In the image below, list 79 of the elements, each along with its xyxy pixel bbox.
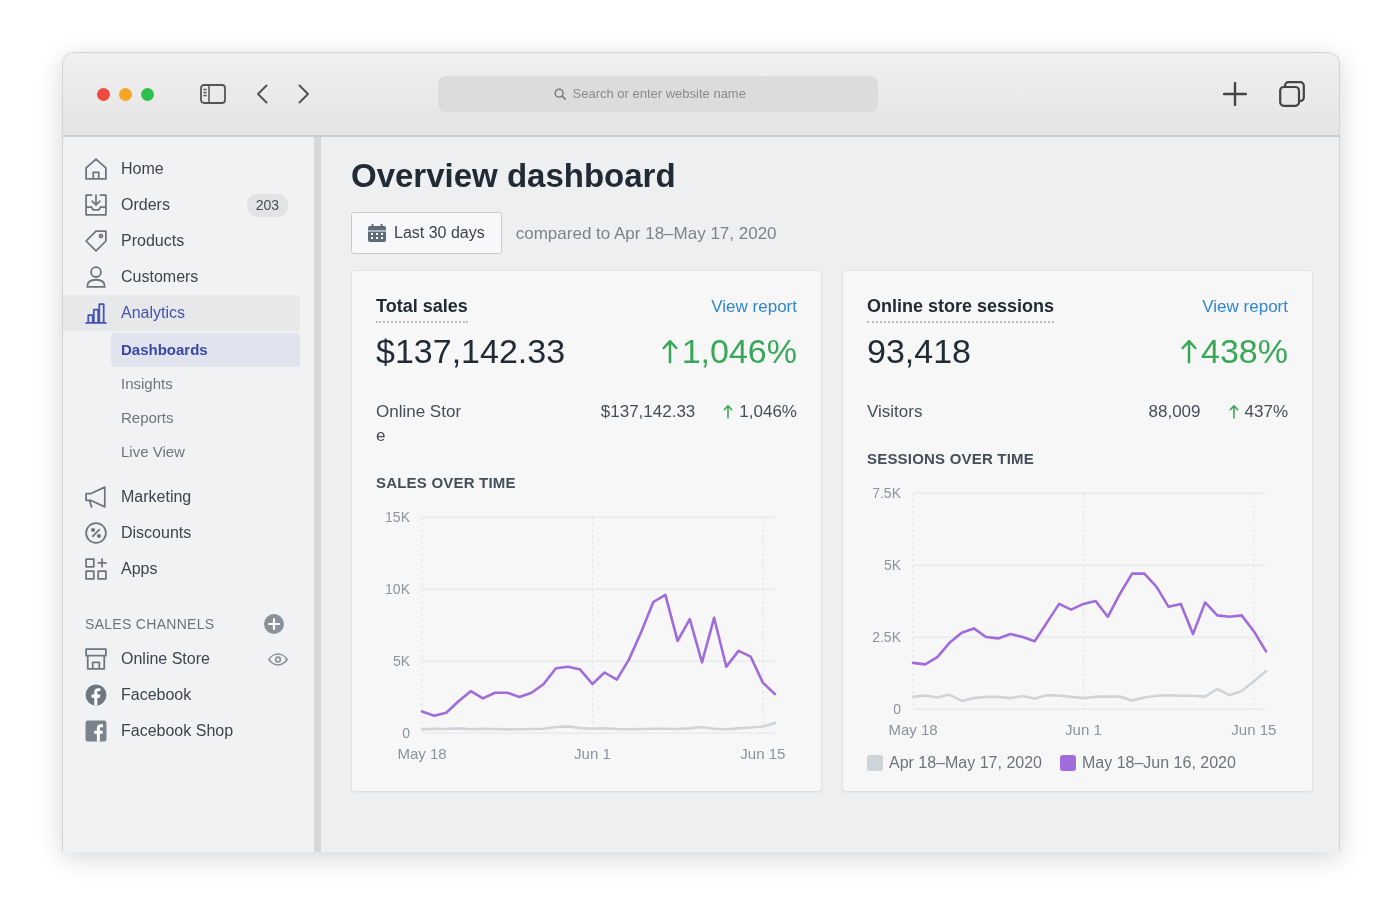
megaphone-icon xyxy=(85,486,107,508)
sidebar-item[interactable]: Marketing xyxy=(63,479,300,515)
chart-title: SALES OVER TIME xyxy=(376,473,517,494)
card-title: Total sales xyxy=(376,293,468,324)
facebook-icon xyxy=(85,720,107,742)
axis-label: 15K xyxy=(385,508,410,525)
change-percentage: 438% xyxy=(1201,331,1288,373)
plus-icon[interactable] xyxy=(1223,82,1247,106)
comparison-text: compared to Apr 18–May 17, 2020 xyxy=(515,222,777,245)
breakdown-label: Visitors xyxy=(867,401,924,424)
page-title: Overview dashboard xyxy=(351,156,677,196)
sidebar-item[interactable]: Customers xyxy=(63,259,300,295)
view-report-link[interactable]: View report xyxy=(711,294,797,320)
sidebar-item[interactable]: Orders 203 xyxy=(63,187,300,223)
breakdown-label: Online Store xyxy=(376,401,463,448)
eye-icon[interactable] xyxy=(268,652,288,666)
metric-value: $137,142.33 xyxy=(376,331,566,373)
arrow-up-icon xyxy=(723,405,734,420)
sidebar-item[interactable]: Products xyxy=(63,223,300,259)
sidebar-item[interactable]: Facebook xyxy=(63,677,300,713)
arrow-up-icon xyxy=(661,339,678,364)
search-icon xyxy=(553,88,566,100)
sidebar-item[interactable]: Home xyxy=(63,151,300,187)
sidebar-item[interactable]: Discounts xyxy=(63,515,300,551)
axis-label: May 18 xyxy=(397,744,447,762)
sidebar-item[interactable]: Analytics xyxy=(63,295,300,331)
tag-icon xyxy=(85,230,107,252)
axis-label: 5K xyxy=(883,556,901,573)
view-report-link[interactable]: View report xyxy=(1202,294,1288,320)
sidebar-icon[interactable] xyxy=(200,84,226,104)
sidebar-subitem[interactable]: Insights xyxy=(111,367,300,401)
bar-chart-icon xyxy=(85,302,107,324)
axis-label: Jun 1 xyxy=(1065,720,1102,738)
address-bar[interactable]: Search or enter website name xyxy=(438,76,878,112)
card-title: Online store sessions xyxy=(867,293,1055,324)
axis-label: 7.5K xyxy=(872,484,901,501)
axis-label: May 18 xyxy=(888,720,938,738)
legend-label: Apr 18–May 17, 2020 xyxy=(889,752,1042,773)
axis-label: 10K xyxy=(385,580,410,597)
store-icon xyxy=(85,648,107,670)
breakdown-change: 437% xyxy=(1244,401,1288,424)
sidebar-subitem[interactable]: Live View xyxy=(111,435,300,469)
breakdown-change: 1,046% xyxy=(739,401,797,424)
address-input[interactable]: Search or enter website name xyxy=(572,84,763,104)
axis-label: Jun 1 xyxy=(574,744,611,762)
home-icon xyxy=(85,158,107,180)
axis-label: 2.5K xyxy=(872,628,901,645)
arrow-up-icon xyxy=(1181,339,1198,364)
count-badge: 203 xyxy=(246,193,288,217)
chevron-left-icon[interactable] xyxy=(256,84,268,104)
breakdown-value: $137,142.33 xyxy=(599,401,696,424)
inbox-icon xyxy=(85,194,107,216)
sidebar-item[interactable]: Apps xyxy=(63,551,300,587)
person-icon xyxy=(85,266,107,288)
breakdown-value: 88,009 xyxy=(1147,401,1201,424)
date-range-button[interactable]: Last 30 days xyxy=(351,212,502,255)
sidebar-item[interactable]: Facebook Shop xyxy=(63,713,300,749)
chevron-right-icon[interactable] xyxy=(298,84,310,104)
axis-label: Jun 15 xyxy=(1231,720,1276,738)
sidebar-subitem[interactable]: Reports xyxy=(111,401,300,435)
section-heading: SALES CHANNELS xyxy=(85,614,215,634)
chart-title: SESSIONS OVER TIME xyxy=(867,449,1035,470)
plus-circle-icon[interactable] xyxy=(264,614,284,634)
sidebar-item[interactable]: Online Store xyxy=(63,641,300,677)
close-icon[interactable] xyxy=(97,87,110,101)
arrow-up-icon xyxy=(1228,405,1239,420)
facebook-icon xyxy=(85,684,107,706)
axis-label: 0 xyxy=(893,700,901,717)
legend-label: May 18–Jun 16, 2020 xyxy=(1082,752,1236,773)
axis-label: 5K xyxy=(392,652,410,669)
metric-value: 93,418 xyxy=(867,331,971,373)
axis-label: 0 xyxy=(402,724,410,741)
axis-label: Jun 15 xyxy=(740,744,785,762)
change-percentage: 1,046% xyxy=(681,331,797,373)
sidebar-subitem[interactable]: Dashboards xyxy=(111,333,300,367)
calendar-icon xyxy=(368,224,386,243)
percent-badge-icon xyxy=(85,522,107,544)
overlapping-squares-icon[interactable] xyxy=(1279,81,1305,107)
apps-icon xyxy=(85,558,107,580)
